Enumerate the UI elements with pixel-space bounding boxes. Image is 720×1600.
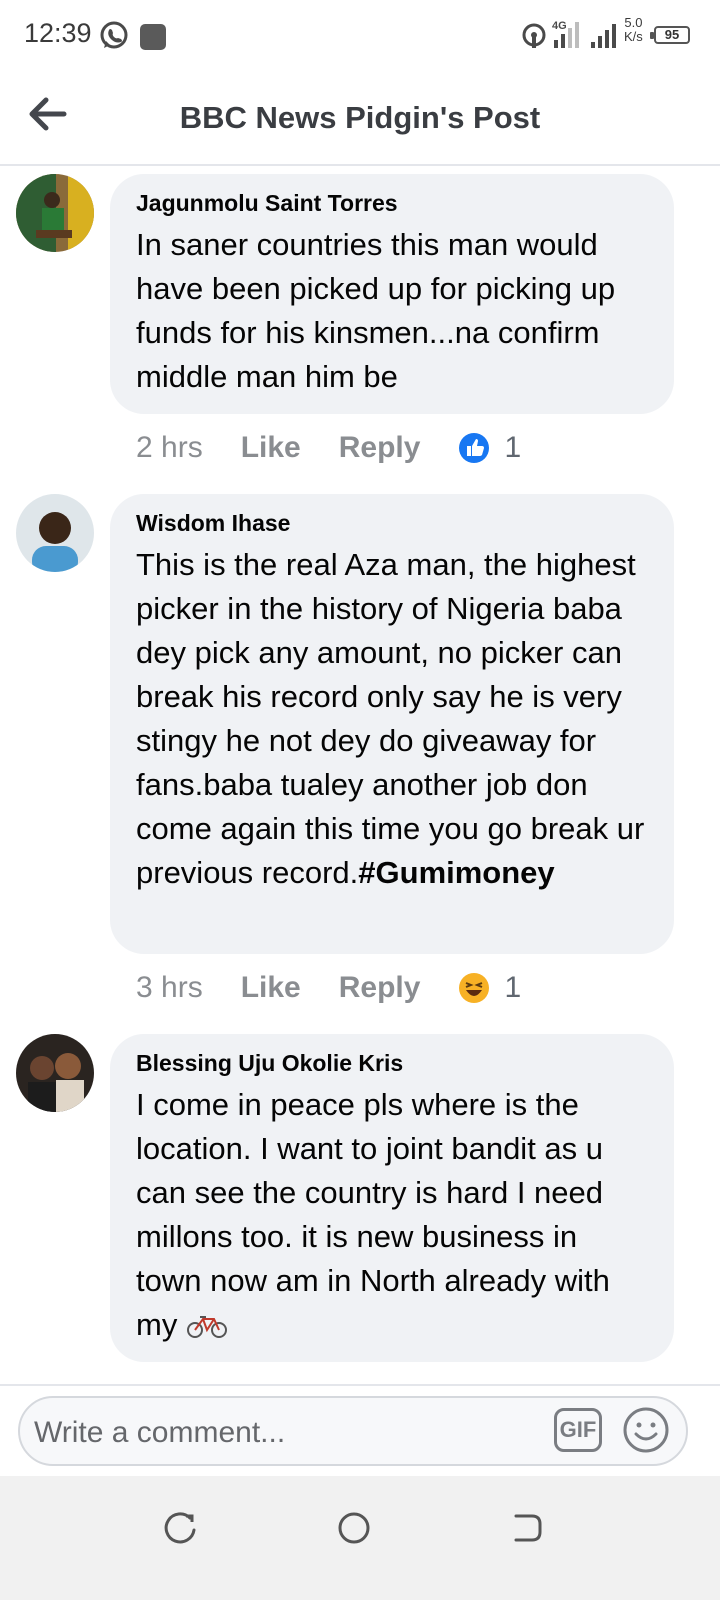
whatsapp-icon: [100, 21, 128, 49]
reaction-count: 1: [504, 431, 522, 464]
avatar[interactable]: [16, 174, 94, 252]
reply-button[interactable]: Reply: [339, 971, 421, 1005]
hashtag-link[interactable]: #Gumimoney: [358, 855, 554, 890]
comment-bubble: Blessing Uju Okolie Kris I come in peace…: [110, 1034, 674, 1362]
comment-composer-bar: Write a comment... GIF: [0, 1384, 720, 1476]
comment-author[interactable]: Blessing Uju Okolie Kris: [136, 1050, 648, 1077]
haha-reaction-icon[interactable]: [458, 972, 490, 1004]
like-button[interactable]: Like: [241, 431, 301, 465]
svg-text:4G: 4G: [552, 20, 567, 32]
comment-input[interactable]: Write a comment... GIF: [18, 1396, 688, 1466]
page-title: BBC News Pidgin's Post: [179, 100, 541, 135]
post-header: BBC News Pidgin's Post: [0, 72, 720, 166]
comment-time[interactable]: 3 hrs: [136, 971, 203, 1005]
comment-author[interactable]: Wisdom Ihase: [136, 510, 648, 537]
recents-icon[interactable]: [156, 1504, 204, 1552]
signal-4g-icon: 4G: [552, 20, 579, 48]
status-bar: 12:39 4G 5.0 K/s 95: [0, 0, 720, 72]
comment-body: I come in peace pls where is the locatio…: [136, 1087, 610, 1342]
gif-button[interactable]: GIF: [554, 1408, 602, 1452]
network-speed: 5.0 K/s: [624, 15, 643, 44]
signal-bars-icon: [591, 24, 616, 48]
comment-actions: 3 hrs Like Reply 1: [136, 968, 521, 1008]
comment-time[interactable]: 2 hrs: [136, 431, 203, 465]
hotspot-icon: [522, 23, 546, 48]
comment-text: This is the real Aza man, the highest pi…: [136, 543, 648, 895]
avatar[interactable]: [16, 494, 94, 572]
like-button[interactable]: Like: [241, 971, 301, 1005]
comment-text: In saner countries this man would have b…: [136, 227, 616, 394]
system-nav-bar: [0, 1476, 720, 1600]
comment-body: This is the real Aza man, the highest pi…: [136, 547, 645, 890]
battery-indicator: 95: [650, 26, 690, 44]
reaction-count: 1: [504, 971, 522, 1004]
comment-text: I come in peace pls where is the locatio…: [136, 1083, 648, 1347]
home-icon[interactable]: [330, 1504, 378, 1552]
comment-author[interactable]: Jagunmolu Saint Torres: [136, 190, 648, 217]
comment-actions: 2 hrs Like Reply 1: [136, 428, 521, 468]
comments-list: Jagunmolu Saint Torres In saner countrie…: [0, 166, 720, 1384]
like-reaction-icon[interactable]: [458, 432, 490, 464]
bicycle-emoji: [186, 1316, 227, 1338]
reply-button[interactable]: Reply: [339, 431, 421, 465]
comment-bubble: Jagunmolu Saint Torres In saner countrie…: [110, 174, 674, 414]
comment-bubble: Wisdom Ihase This is the real Aza man, t…: [110, 494, 674, 954]
status-time: 12:39: [24, 18, 92, 48]
avatar[interactable]: [16, 1034, 94, 1112]
back-icon[interactable]: [502, 1504, 550, 1552]
comment-placeholder: Write a comment...: [34, 1416, 286, 1449]
emoji-icon[interactable]: [622, 1406, 670, 1454]
notification-square-icon: [140, 24, 166, 50]
